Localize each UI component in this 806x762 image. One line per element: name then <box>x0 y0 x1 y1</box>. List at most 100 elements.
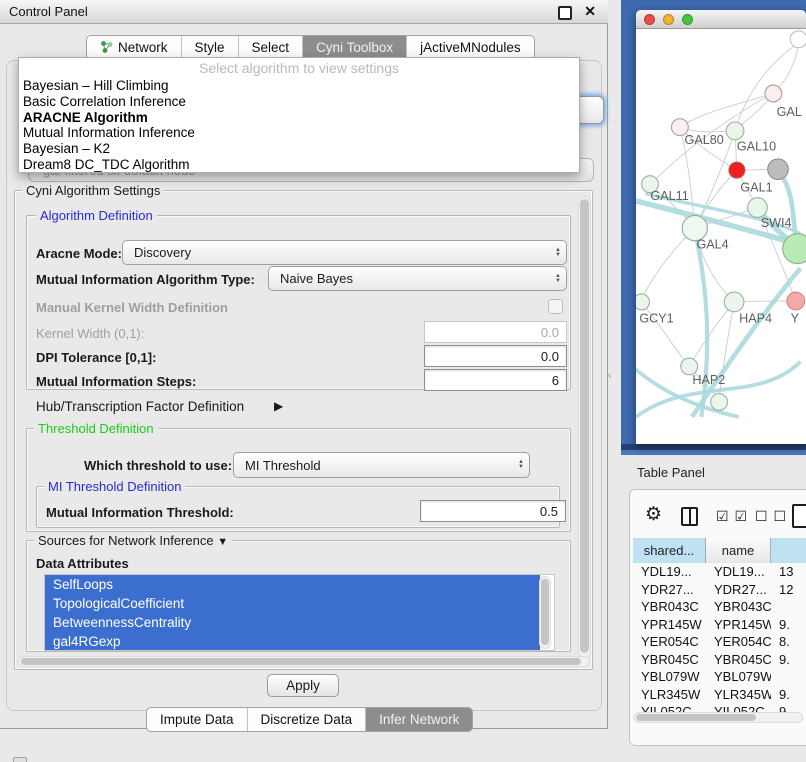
network-node[interactable] <box>765 85 782 102</box>
cyni-settings-legend: Cyni Algorithm Settings <box>22 183 164 198</box>
algorithm-option[interactable]: Basic Correlation Inference <box>19 94 579 110</box>
tab-label: Impute Data <box>160 712 234 727</box>
network-node[interactable] <box>790 31 806 48</box>
algorithm-option[interactable]: ARACNE Algorithm <box>19 110 579 126</box>
tab-infer-network[interactable]: Infer Network <box>365 708 472 731</box>
table-row[interactable]: YBR045CYBR045C9. <box>633 651 806 669</box>
attribute-list-item[interactable]: BetweennessCentrality <box>45 613 540 632</box>
collapse-down-icon[interactable]: ▼ <box>217 536 228 548</box>
attribute-list-item[interactable]: TopologicalCoefficient <box>45 594 540 613</box>
column-header[interactable] <box>771 538 806 563</box>
network-window: GALGAL80GAL10GAL1GAL11SWI4GAL4GCY1HAP4YH… <box>636 10 806 444</box>
close-icon[interactable]: ✕ <box>584 3 596 20</box>
settings-vertical-scrollbar[interactable] <box>578 196 591 658</box>
table-cell: YIL052C <box>706 703 771 712</box>
float-window-icon[interactable] <box>558 6 572 20</box>
table-cell <box>771 668 806 686</box>
network-canvas[interactable]: GALGAL80GAL10GAL1GAL11SWI4GAL4GCY1HAP4YH… <box>636 29 806 444</box>
data-attributes-list: SelfLoopsTopologicalCoefficientBetweenne… <box>44 574 555 651</box>
network-node[interactable] <box>726 122 744 140</box>
network-node[interactable] <box>636 294 649 310</box>
tab-discretize-data[interactable]: Discretize Data <box>247 708 366 731</box>
network-node[interactable] <box>748 198 768 218</box>
apply-button[interactable]: Apply <box>267 674 339 697</box>
attribute-list-item[interactable]: gal4RGexp <box>45 632 540 651</box>
table-row[interactable]: YDR27...YDR27...12 <box>633 581 806 599</box>
mi-type-combobox[interactable]: Naive Bayes ▲▼ <box>268 266 567 291</box>
sources-legend: Sources for Network Inference ▼ <box>34 533 232 548</box>
minimized-panel-icon[interactable] <box>13 757 27 762</box>
network-node[interactable] <box>729 162 745 178</box>
dpi-tolerance-field[interactable]: 0.0 <box>424 345 567 367</box>
attributes-list-scrollbar[interactable] <box>539 576 551 649</box>
tab-cyni-toolbox[interactable]: Cyni Toolbox <box>302 36 406 59</box>
tab-network[interactable]: Network <box>87 36 181 59</box>
table-cell: YLR345W <box>633 686 706 704</box>
select-all-checkboxes-icon[interactable]: ☑ ☑ <box>716 508 748 525</box>
table-row[interactable]: YIL052CYIL052C9. <box>633 703 806 712</box>
table-cell: YBL079W <box>706 668 771 686</box>
mi-steps-label: Mutual Information Steps: <box>36 374 196 389</box>
table-cell: YBR043C <box>633 598 706 616</box>
table-row[interactable]: YBL079WYBL079W <box>633 668 806 686</box>
manual-kernel-checkbox[interactable] <box>548 299 563 314</box>
table-cell: YLR345W <box>706 686 771 704</box>
columns-icon[interactable] <box>681 507 698 526</box>
tab-label: Style <box>195 40 225 55</box>
dpi-tolerance-label: DPI Tolerance [0,1]: <box>36 350 156 365</box>
traffic-light-zoom-icon[interactable] <box>682 14 693 25</box>
kernel-width-field[interactable]: 0.0 <box>424 321 567 343</box>
network-node-label: GAL10 <box>737 140 776 154</box>
network-window-titlebar <box>636 10 806 29</box>
aracne-mode-combobox[interactable]: Discovery ▲▼ <box>122 240 567 265</box>
expand-right-icon[interactable]: ▶ <box>274 399 283 413</box>
network-node[interactable] <box>787 292 805 310</box>
tab-impute-data[interactable]: Impute Data <box>147 708 247 731</box>
export-table-icon[interactable] <box>792 504 806 528</box>
table-row[interactable]: YBR043CYBR043C <box>633 598 806 616</box>
table-cell: YDL19... <box>633 563 706 581</box>
network-node-label: GAL4 <box>696 238 728 252</box>
table-horizontal-scrollbar[interactable] <box>633 712 803 723</box>
gear-icon[interactable]: ⚙ <box>645 503 662 526</box>
table-panel-title: Table Panel <box>637 465 705 480</box>
traffic-light-minimize-icon[interactable] <box>663 14 674 25</box>
tab-label: jActiveMNodules <box>420 40 521 55</box>
table-cell: 9. <box>771 616 806 634</box>
algorithm-option[interactable]: Bayesian – Hill Climbing <box>19 78 579 94</box>
table-row[interactable]: YDL19...YDL19...13 <box>633 563 806 581</box>
tab-select[interactable]: Select <box>238 36 303 59</box>
settings-horizontal-scrollbar[interactable] <box>18 656 590 667</box>
column-header[interactable]: name <box>706 538 771 563</box>
algorithm-option[interactable]: Mutual Information Inference <box>19 125 579 141</box>
table-header-row: shared...name <box>633 538 806 563</box>
network-node[interactable] <box>768 159 789 180</box>
network-node[interactable] <box>711 394 728 411</box>
network-node[interactable] <box>724 292 744 312</box>
algorithm-option[interactable]: Bayesian – K2 <box>19 141 579 157</box>
table-row[interactable]: YLR345WYLR345W9. <box>633 686 806 704</box>
network-edge <box>689 302 734 366</box>
column-header[interactable]: shared... <box>633 538 706 563</box>
mi-steps-field[interactable]: 6 <box>424 369 567 391</box>
deselect-all-checkboxes-icon[interactable]: ☐ ☐ <box>755 508 787 525</box>
tab-jactivemnodules[interactable]: jActiveMNodules <box>406 36 534 59</box>
algorithm-dropdown-prompt: Select algorithm to view settings <box>19 58 579 78</box>
table-cell: YDL19... <box>706 563 771 581</box>
table-cell: YDR27... <box>633 581 706 599</box>
panel-divider-handle[interactable]: ‹ <box>608 370 618 382</box>
mi-threshold-field[interactable]: 0.5 <box>420 500 566 522</box>
table-row[interactable]: YPR145WYPR145W9. <box>633 616 806 634</box>
table-cell: YBR043C <box>706 598 771 616</box>
traffic-light-close-icon[interactable] <box>644 14 655 25</box>
attribute-list-item[interactable]: SelfLoops <box>45 575 540 594</box>
control-panel-titlebar: Control Panel ✕ <box>0 0 608 24</box>
table-cell: YPR145W <box>706 616 771 634</box>
application-root: { "icons": { "close": "✕", "gear": "⚙", … <box>0 0 806 762</box>
algorithm-option[interactable]: Dream8 DC_TDC Algorithm <box>19 157 579 173</box>
tab-style[interactable]: Style <box>181 36 238 59</box>
which-threshold-combobox[interactable]: MI Threshold ▲▼ <box>233 452 530 478</box>
table-cell: 8. <box>771 633 806 651</box>
table-row[interactable]: YER054CYER054C8. <box>633 633 806 651</box>
table-cell: YBR045C <box>706 651 771 669</box>
